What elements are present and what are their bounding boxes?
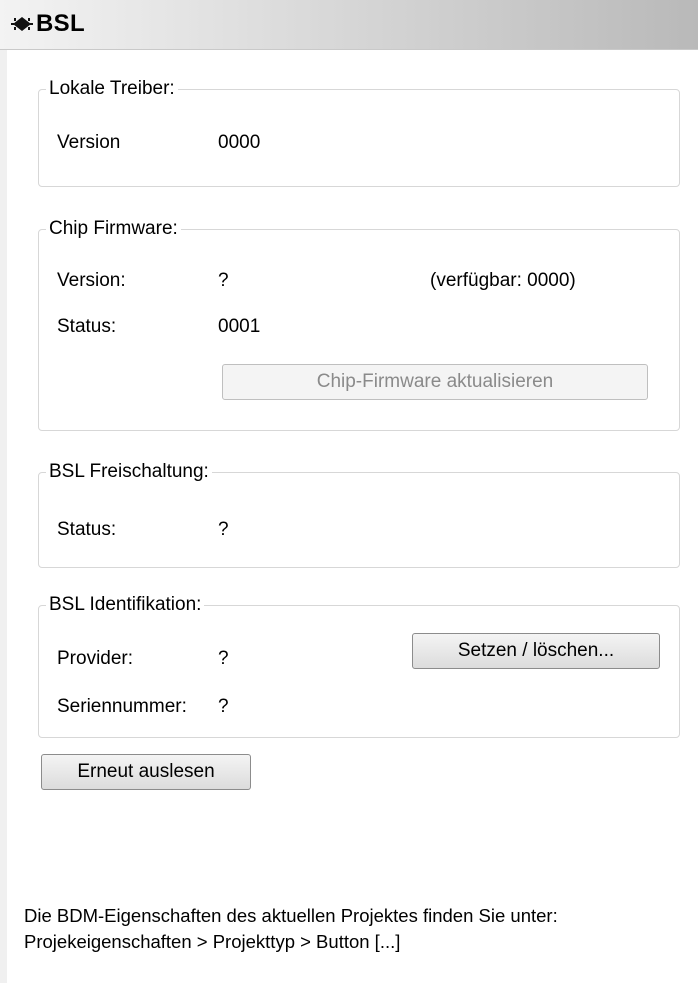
reread-button[interactable]: Erneut auslesen [41, 754, 251, 790]
serial-number-value: ? [218, 696, 229, 717]
chip-firmware-group: Chip Firmware: Version: ? (verfügbar: 00… [38, 218, 680, 431]
bsl-unlock-status-label: Status: [57, 519, 117, 540]
bsl-unlock-legend: BSL Freischaltung: [46, 461, 212, 483]
info-text: Die BDM-Eigenschaften des aktuellen Proj… [24, 903, 558, 955]
chip-icon [11, 17, 33, 31]
chip-firmware-version-value: ? [218, 270, 229, 291]
bsl-identification-group: BSL Identifikation: Provider: ? Setzen /… [38, 594, 680, 738]
bsl-identification-legend: BSL Identifikation: [46, 594, 205, 616]
local-driver-version-value: 0000 [218, 132, 261, 153]
info-line-2: Projekeigenschaften > Projekttyp > Butto… [24, 931, 401, 952]
provider-label: Provider: [57, 648, 134, 669]
bsl-unlock-group: BSL Freischaltung: Status: ? [38, 461, 680, 568]
serial-number-label: Seriennummer: [57, 696, 187, 717]
local-driver-version-label: Version [57, 132, 121, 153]
chip-firmware-version-label: Version: [57, 270, 126, 291]
panel-title: BSL [36, 10, 85, 37]
local-drivers-group: Lokale Treiber: Version 0000 [38, 78, 680, 187]
chip-firmware-available: (verfügbar: 0000) [430, 270, 576, 291]
left-border-strip [0, 0, 7, 983]
info-line-1: Die BDM-Eigenschaften des aktuellen Proj… [24, 905, 558, 926]
update-chip-firmware-button[interactable]: Chip-Firmware aktualisieren [222, 364, 648, 400]
set-delete-button[interactable]: Setzen / löschen... [412, 633, 660, 669]
bsl-unlock-status-value: ? [218, 519, 229, 540]
panel-header: BSL [0, 0, 698, 50]
local-drivers-legend: Lokale Treiber: [46, 78, 178, 100]
chip-firmware-legend: Chip Firmware: [46, 218, 181, 240]
chip-firmware-status-label: Status: [57, 316, 117, 337]
provider-value: ? [218, 648, 229, 669]
chip-firmware-status-value: 0001 [218, 316, 261, 337]
